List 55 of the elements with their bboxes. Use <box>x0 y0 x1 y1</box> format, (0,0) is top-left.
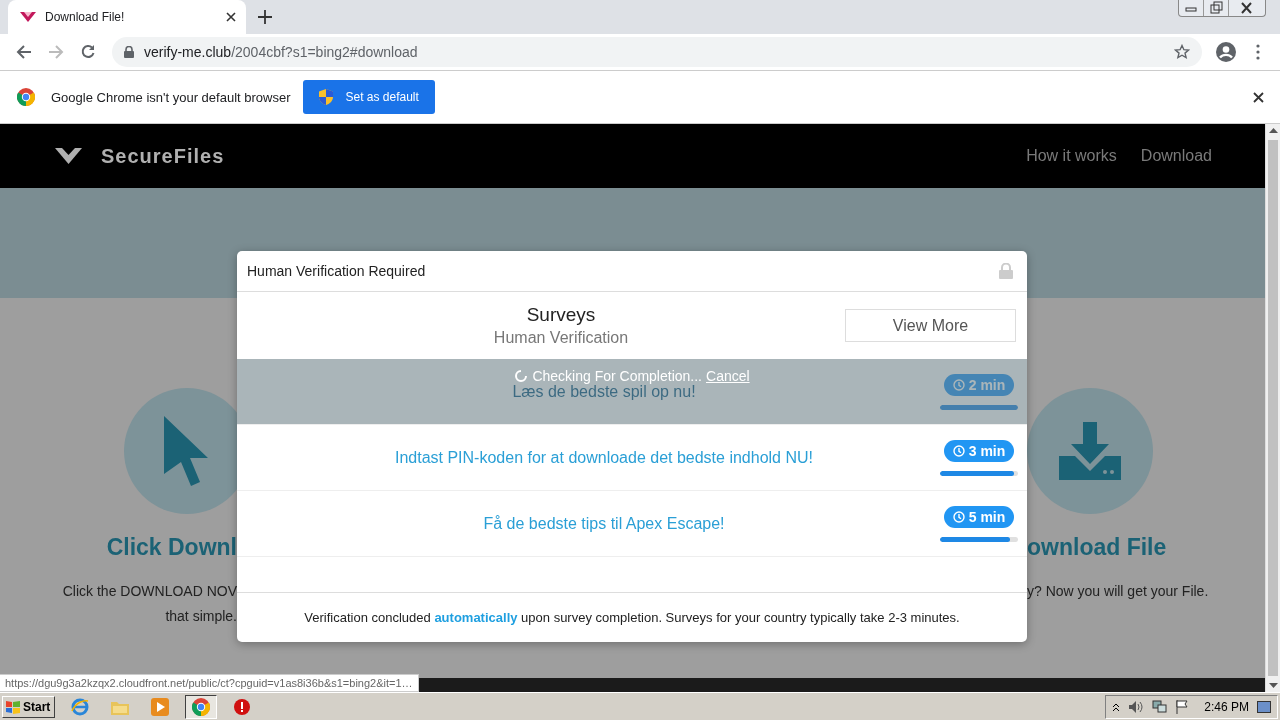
infobar-message: Google Chrome isn't your default browser <box>51 89 291 105</box>
menu-icon[interactable] <box>1256 44 1260 60</box>
chevron-logo-icon <box>55 148 82 164</box>
speaker-icon[interactable] <box>1128 699 1145 714</box>
brand-name: SecureFiles <box>101 144 225 168</box>
lock-icon <box>124 46 134 58</box>
clock: 2:46 PM <box>1204 699 1249 714</box>
feature-title: ownload File <box>1027 534 1167 561</box>
feature-text: y? Now you will get your File. <box>1027 582 1209 601</box>
feature-text: that simple. <box>164 607 237 626</box>
flag-icon[interactable] <box>1176 699 1189 714</box>
nav-link[interactable]: Download <box>1140 147 1212 165</box>
status-url: https://dgu9g3a2kzqx2.cloudfront.net/public/ct?cpguid=v1as8i36b&s1=bing2&it=1… <box>0 674 419 692</box>
back-icon[interactable] <box>16 44 32 60</box>
star-icon[interactable] <box>1174 44 1190 60</box>
set-default-button[interactable]: Set as default <box>303 80 435 114</box>
section-heading: Surveys <box>526 304 596 326</box>
show-desktop-icon[interactable] <box>1257 700 1271 713</box>
nav-link[interactable]: How it works <box>1026 147 1117 165</box>
checking-status: Checking For Completion... <box>514 367 702 384</box>
section-subheading: Human Verification <box>493 329 629 347</box>
start-button[interactable]: Start <box>2 695 56 718</box>
modal-title: Human Verification Required <box>247 263 426 279</box>
close-icon[interactable] <box>226 12 236 22</box>
view-more-button[interactable]: View More <box>845 309 1016 342</box>
chevron-up-icon[interactable] <box>1112 701 1121 712</box>
windows-logo-icon <box>5 699 21 714</box>
shield-icon <box>319 89 334 105</box>
scrollbar-thumb[interactable] <box>1268 140 1278 677</box>
cursor-icon <box>164 416 210 486</box>
stop-icon[interactable] <box>234 698 251 715</box>
network-icon[interactable] <box>1152 699 1169 714</box>
chevron-logo-icon <box>20 11 36 23</box>
url-text: verify-me.club/2004cbf?s1=bing2#download <box>144 44 418 60</box>
address-bar[interactable]: verify-me.club/2004cbf?s1=bing2#download <box>112 37 1202 67</box>
lock-icon <box>999 263 1013 279</box>
close-icon[interactable] <box>1253 91 1264 103</box>
time-badge: 2 min <box>943 373 1015 396</box>
feature-title: Click Downl <box>105 534 237 561</box>
chrome-logo-icon <box>17 88 35 106</box>
profile-icon[interactable] <box>1216 42 1236 62</box>
time-badge: 5 min <box>943 505 1015 528</box>
footer-note: Verification concluded automatically upon survey completion. Surveys for your country typically take 2-3 minutes. <box>304 610 960 625</box>
browser-tab[interactable]: Download File! <box>8 0 246 34</box>
chrome-logo-icon[interactable] <box>192 697 211 716</box>
new-tab-icon[interactable] <box>258 10 272 24</box>
spinner-icon <box>514 368 529 383</box>
feature-text: Click the DOWNLOAD NOV <box>61 582 237 601</box>
media-player-icon[interactable] <box>151 697 170 716</box>
tab-title: Download File! <box>45 10 126 24</box>
offer-link[interactable]: Få de bedste tips til Apex Escape! <box>237 514 931 533</box>
offer-link[interactable]: Indtast PIN-koden for at downloade det bedste indhold NU! <box>237 448 931 467</box>
download-icon <box>1059 422 1121 480</box>
time-badge: 3 min <box>943 439 1015 462</box>
reload-icon[interactable] <box>80 44 96 60</box>
